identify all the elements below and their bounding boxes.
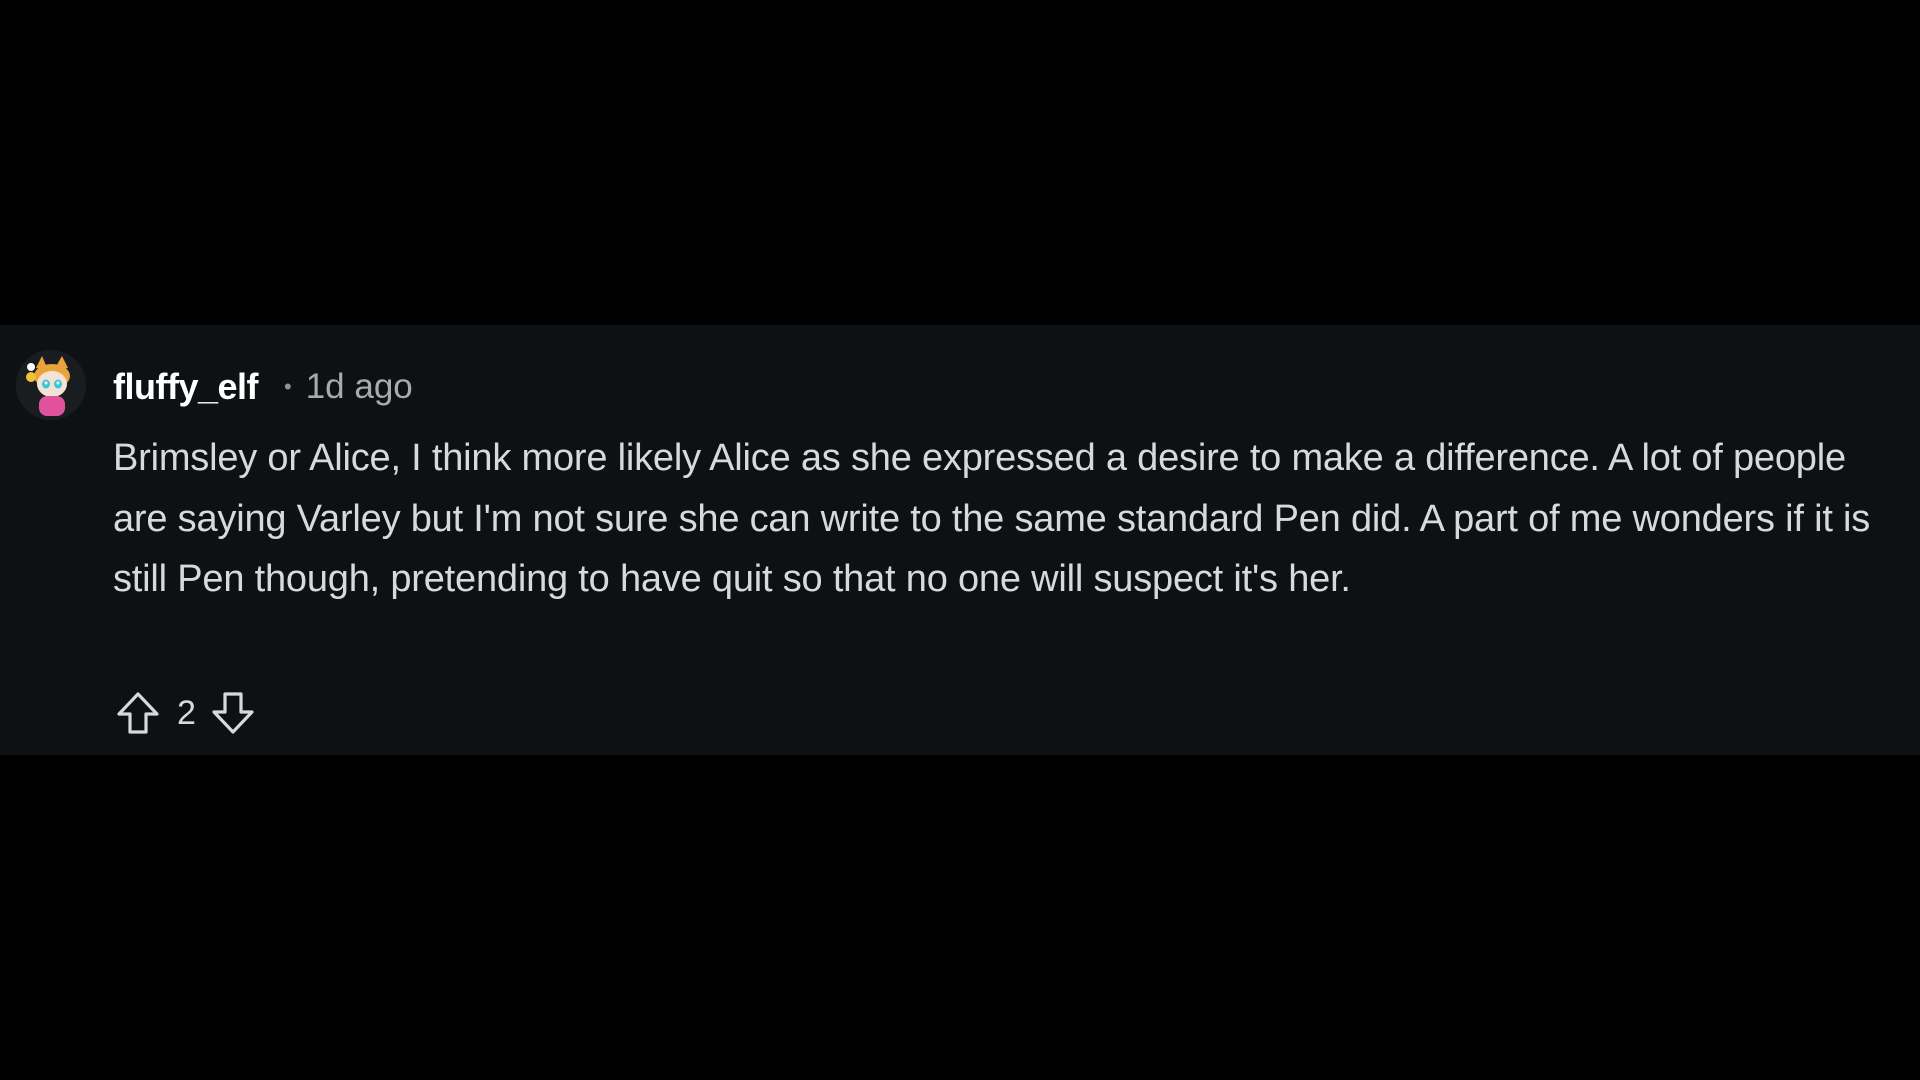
username-link[interactable]: fluffy_elf [113, 366, 259, 408]
downvote-button[interactable] [208, 688, 258, 738]
arrow-down-outline-icon [212, 692, 254, 734]
comment-timestamp[interactable]: 1d ago [306, 367, 413, 407]
video-frame: fluffy_elf • 1d ago Brimsley or Alice, I… [0, 0, 1920, 1080]
avatar-icon [16, 350, 86, 420]
meta-separator: • [284, 374, 292, 399]
arrow-up-outline-icon [117, 692, 159, 734]
comment-meta: fluffy_elf • 1d ago [113, 362, 413, 412]
upvote-button[interactable] [113, 688, 163, 738]
vote-score: 2 [177, 693, 196, 732]
user-avatar[interactable] [16, 350, 86, 420]
comment-actions: 2 [113, 688, 258, 738]
comment-body: Brimsley or Alice, I think more likely A… [113, 437, 1871, 600]
